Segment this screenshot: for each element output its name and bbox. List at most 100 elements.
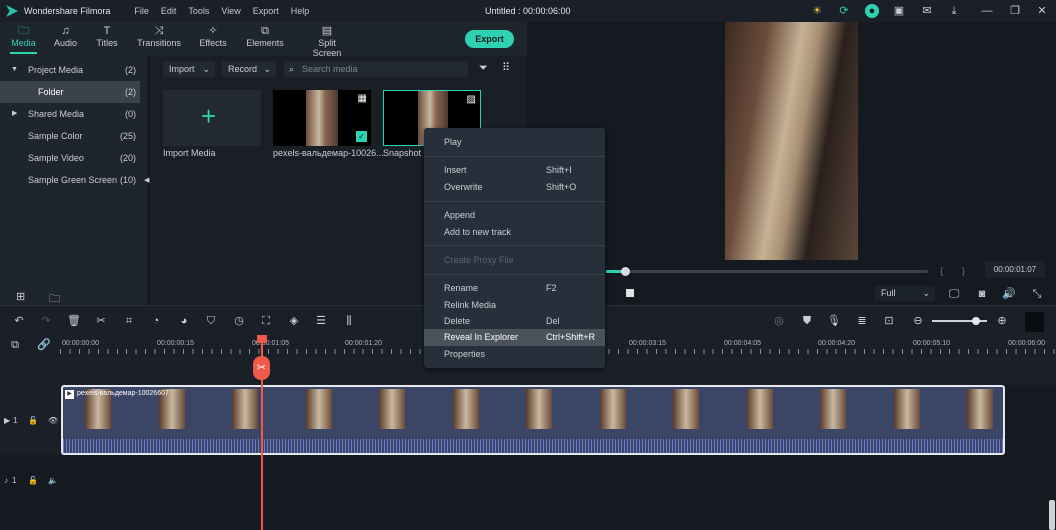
voiceover-list-icon[interactable]: ≣ (855, 314, 869, 328)
undo-icon[interactable]: ↶ (12, 314, 26, 328)
volume-icon[interactable]: 🔊 (1002, 287, 1016, 301)
import-dropdown[interactable]: Import ⌄ (163, 61, 215, 77)
zoom-slider-handle[interactable] (972, 317, 980, 325)
crop-icon[interactable]: ⌗ (122, 314, 136, 328)
menu-item-delete[interactable]: Delete Del (424, 313, 605, 330)
camera-icon[interactable]: ◙ (975, 287, 989, 301)
fullscreen-icon[interactable]: ⤡ (1030, 287, 1044, 301)
tab-media[interactable]: 🗀 Media (10, 22, 37, 56)
split-scissors-icon[interactable]: ✂ (253, 356, 270, 380)
menu-file[interactable]: File (134, 6, 149, 16)
marker-icon[interactable]: ⛊ (800, 314, 814, 328)
save-icon[interactable]: ▣ (892, 4, 906, 18)
menu-item-append[interactable]: Append (424, 207, 605, 224)
layout-toggle-icon[interactable] (1025, 312, 1044, 332)
lock-icon[interactable]: 🔓 (28, 416, 38, 425)
minimize-icon[interactable]: — (980, 4, 994, 18)
stop-icon[interactable] (626, 289, 634, 297)
playhead-handle[interactable] (257, 335, 267, 343)
tab-elements[interactable]: ⧉ Elements (245, 22, 285, 56)
menu-item-add-to-new-track[interactable]: Add to new track (424, 224, 605, 241)
grid-view-icon[interactable]: ⠿ (502, 61, 510, 74)
music-note-icon: ♪ (4, 476, 8, 485)
tab-titles[interactable]: T Titles (96, 22, 118, 56)
new-folder-icon[interactable]: ⊞ (16, 290, 25, 303)
adjust-icon[interactable]: ☰ (314, 314, 328, 328)
bulb-icon[interactable]: ☀ (810, 4, 824, 18)
color-icon[interactable]: ◕ (177, 314, 191, 328)
render-icon[interactable]: ◎ (772, 314, 786, 328)
add-track-icon[interactable]: ⧉ (8, 338, 22, 352)
video-clip[interactable]: ▶ pexels-вальдемар-10026607 (61, 385, 1005, 455)
mark-in-icon[interactable]: { (940, 266, 943, 276)
menu-item-shortcut: F2 (546, 283, 557, 293)
auto-reframe-icon[interactable]: ⛶ (259, 314, 273, 328)
menu-item-rename[interactable]: Rename F2 (424, 280, 605, 297)
sidebar-item-project-media[interactable]: ▼ Project Media (2) (0, 59, 140, 81)
search-input[interactable]: ⌕ Search media (284, 61, 468, 77)
tab-effects[interactable]: ✧ Effects (199, 22, 227, 56)
video-type-icon: ▦ (357, 93, 367, 104)
zoom-slider[interactable] (932, 317, 987, 325)
preview-scrubber[interactable] (606, 267, 928, 276)
sidebar-item-sample-color[interactable]: Sample Color (25) (0, 125, 140, 147)
download-icon[interactable]: ⤓ (947, 4, 961, 18)
speed-icon[interactable]: ◔ (149, 314, 163, 328)
menu-item-play[interactable]: Play (424, 134, 605, 151)
tab-audio[interactable]: ♫ Audio (53, 22, 78, 56)
fit-timeline-icon[interactable]: ⊡ (882, 314, 896, 328)
tab-split-screen[interactable]: ▤ Split Screen (303, 22, 351, 58)
import-media-tile[interactable]: + (163, 90, 261, 146)
menu-item-relink-media[interactable]: Relink Media (424, 297, 605, 314)
clip-frame-thumbnail (820, 389, 846, 429)
menu-separator (424, 201, 605, 202)
delete-icon[interactable]: 🗑 (67, 314, 81, 328)
export-button[interactable]: Export (465, 30, 514, 48)
avatar-icon[interactable]: ● (865, 4, 879, 18)
eye-icon[interactable]: 👁 (48, 416, 58, 425)
menu-item-insert[interactable]: Insert Shift+I (424, 162, 605, 179)
audio-split-icon[interactable]: ⫼ (342, 314, 356, 328)
filter-icon[interactable]: ⏷ (479, 62, 488, 75)
record-dropdown[interactable]: Record ⌄ (222, 61, 276, 77)
green-screen-icon[interactable]: ⛉ (204, 314, 218, 328)
speaker-icon[interactable]: 🔈 (48, 476, 58, 485)
menu-item-shortcut: Shift+O (546, 182, 577, 192)
timer-icon[interactable]: ◷ (232, 314, 246, 328)
media-item-video[interactable]: ▦ ✓ (273, 90, 371, 146)
lock-icon[interactable]: 🔓 (28, 476, 38, 485)
menu-view[interactable]: View (221, 6, 240, 16)
link-icon[interactable]: 🔗 (37, 338, 51, 352)
sidebar-item-shared-media[interactable]: ▶ Shared Media (0) (0, 103, 140, 125)
sidebar-item-sample-video[interactable]: Sample Video (20) (0, 147, 140, 169)
monitor-icon[interactable]: 🖵 (947, 287, 961, 301)
tab-transitions[interactable]: ⤨ Transitions (137, 22, 181, 56)
menu-item-properties[interactable]: Properties (424, 346, 605, 363)
clip-frame-thumbnail (232, 389, 258, 429)
redo-icon[interactable]: ↷ (39, 314, 53, 328)
menu-tools[interactable]: Tools (188, 6, 209, 16)
sidebar-item-folder[interactable]: Folder (2) (0, 81, 140, 103)
quality-dropdown[interactable]: Full ⌄ (875, 286, 935, 301)
microphone-icon[interactable]: 🎙 (827, 314, 841, 328)
video-track-header: ▶ 1 🔓 👁 (0, 385, 60, 455)
cut-icon[interactable]: ✂ (94, 314, 108, 328)
sync-icon[interactable]: ⟳ (837, 4, 851, 18)
menu-edit[interactable]: Edit (161, 6, 177, 16)
maximize-icon[interactable]: ❐ (1008, 4, 1022, 18)
close-icon[interactable]: ✕ (1035, 4, 1049, 18)
scrubber-handle[interactable] (621, 267, 631, 276)
menu-item-overwrite[interactable]: Overwrite Shift+O (424, 179, 605, 196)
vertical-scrollbar[interactable] (1049, 500, 1055, 530)
collapse-panel-icon[interactable]: ◀ (144, 176, 149, 184)
mail-icon[interactable]: ✉ (920, 4, 934, 18)
menu-help[interactable]: Help (291, 6, 310, 16)
zoom-out-icon[interactable]: ⊖ (911, 314, 925, 328)
keyframe-icon[interactable]: ◈ (287, 314, 301, 328)
menu-item-label: Rename (444, 283, 479, 293)
zoom-in-icon[interactable]: ⊕ (995, 314, 1009, 328)
menu-export[interactable]: Export (253, 6, 279, 16)
mark-out-icon[interactable]: } (962, 266, 965, 276)
sidebar-item-sample-green-screen[interactable]: Sample Green Screen (10) (0, 169, 140, 191)
menu-item-reveal-in-explorer[interactable]: Reveal In Explorer Ctrl+Shift+R (424, 329, 605, 346)
